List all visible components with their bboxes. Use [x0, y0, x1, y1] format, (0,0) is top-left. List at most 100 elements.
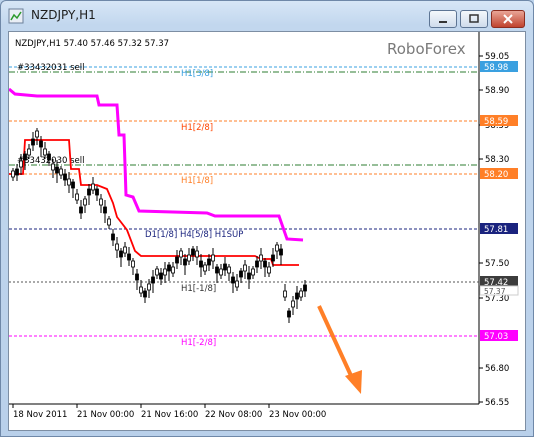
- candle-body: [51, 163, 55, 171]
- maximize-icon: [469, 14, 479, 23]
- maximize-button[interactable]: [460, 10, 488, 28]
- candle-body: [11, 170, 15, 178]
- candle-body: [167, 264, 171, 272]
- price-chart[interactable]: NZDJPY,H1 57.40 57.46 57.32 57.37 RoboFo…: [9, 32, 525, 430]
- candle-body: [135, 273, 139, 281]
- x-tick-label: 22 Nov 08:00: [205, 410, 262, 420]
- candle-body: [39, 140, 43, 148]
- candle-body: [19, 160, 23, 168]
- candle-body: [295, 292, 299, 300]
- candle-body: [223, 263, 227, 271]
- candle-body: [71, 181, 75, 189]
- price-tag-57-37: 57.37: [484, 287, 506, 296]
- minimize-button[interactable]: [429, 10, 457, 28]
- candle-body: [155, 268, 159, 276]
- y-tick-label: 56.55: [485, 398, 509, 408]
- candle-body: [231, 276, 235, 284]
- level-label-h1-m1-8: H1[-1/8]: [181, 284, 216, 294]
- candle-body: [207, 258, 211, 266]
- candle-body: [283, 290, 287, 298]
- candle-body: [247, 272, 251, 280]
- candle-body: [195, 250, 199, 258]
- candle-body: [243, 264, 247, 272]
- forecast-arrow: [317, 305, 362, 394]
- candle-body: [159, 272, 163, 280]
- price-tag-58-59: 58.59: [484, 117, 508, 127]
- candle-body: [259, 254, 263, 262]
- candle-body: [263, 260, 267, 268]
- price-tag-57-03: 57.03: [484, 332, 508, 342]
- candle-body: [147, 283, 151, 291]
- forecast-arrow-head: [345, 370, 362, 394]
- level-label-h1-3-8: H1[3/8]: [181, 69, 213, 79]
- candle-body: [175, 256, 179, 264]
- close-icon: [503, 14, 513, 24]
- price-tag-57-81: 57.81: [484, 225, 508, 235]
- candle-body: [99, 198, 103, 206]
- candle-body: [271, 254, 275, 262]
- minimize-icon: [439, 21, 447, 23]
- candle-body: [35, 130, 39, 138]
- candle-body: [123, 246, 127, 254]
- candle-body: [279, 248, 283, 256]
- y-tick-label: 56.80: [485, 364, 509, 374]
- candle-body: [215, 266, 219, 274]
- candle-body: [111, 233, 115, 241]
- candle-body: [187, 254, 191, 262]
- candle-body: [75, 193, 79, 201]
- chart-window-icon: [8, 8, 24, 24]
- close-button[interactable]: [491, 10, 525, 28]
- candle-body: [203, 264, 207, 272]
- candle-body: [143, 290, 147, 298]
- window-title: NZDJPY,H1: [31, 8, 96, 22]
- y-tick-label: 58.90: [485, 86, 509, 96]
- candle-body: [91, 183, 95, 191]
- candle-body: [191, 248, 195, 256]
- candle-body: [287, 310, 291, 318]
- candle-body: [83, 198, 87, 206]
- candle-body: [131, 260, 135, 268]
- candle-body: [119, 250, 123, 258]
- candle-body: [87, 188, 91, 196]
- candle-body: [103, 206, 107, 214]
- level-label-d1-h4-h1: D1[1/8] H4[5/8] H1SUP: [145, 230, 243, 240]
- watermark: RoboForex: [387, 40, 466, 58]
- candle-body: [291, 300, 295, 308]
- candle-body: [171, 266, 175, 274]
- chart-area[interactable]: NZDJPY,H1 57.40 57.46 57.32 57.37 RoboFo…: [8, 31, 526, 431]
- price-tag-58-20: 58.20: [484, 170, 508, 180]
- level-label-h1-1-8: H1[1/8]: [181, 176, 213, 186]
- level-label-h1-2-8: H1[2/8]: [181, 123, 213, 133]
- price-tag-58-98: 58.98: [484, 63, 508, 73]
- candle-body: [211, 254, 215, 262]
- candle-body: [255, 260, 259, 268]
- candle-body: [31, 138, 35, 146]
- x-tick-label: 23 Nov 00:00: [269, 410, 326, 420]
- candle-body: [183, 258, 187, 266]
- candle-body: [251, 268, 255, 276]
- candle-body: [63, 173, 67, 181]
- candle-body: [139, 286, 143, 294]
- x-tick-label: 18 Nov 2011: [13, 410, 67, 420]
- candle-body: [219, 268, 223, 276]
- title-bar: NZDJPY,H1: [1, 1, 533, 31]
- candle-body: [27, 148, 31, 156]
- y-tick-label: 59.05: [485, 52, 509, 62]
- x-tick-label: 21 Nov 00:00: [77, 410, 134, 420]
- candle-body: [47, 153, 51, 161]
- candle-body: [127, 253, 131, 261]
- candle-body: [235, 280, 239, 288]
- candle-body: [43, 148, 47, 156]
- candle-body: [179, 250, 183, 258]
- candle-body: [275, 244, 279, 252]
- time-axis: 18 Nov 2011 21 Nov 00:00 21 Nov 16:00 22…: [12, 404, 326, 420]
- candle-body: [15, 168, 19, 176]
- candle-body: [23, 153, 27, 161]
- candle-body: [115, 243, 119, 251]
- forecast-arrow-shaft: [317, 305, 355, 381]
- candle-body: [79, 206, 83, 214]
- candle-body: [227, 266, 231, 274]
- candle-body: [299, 290, 303, 298]
- candle-body: [59, 168, 63, 176]
- candle-body: [67, 178, 71, 186]
